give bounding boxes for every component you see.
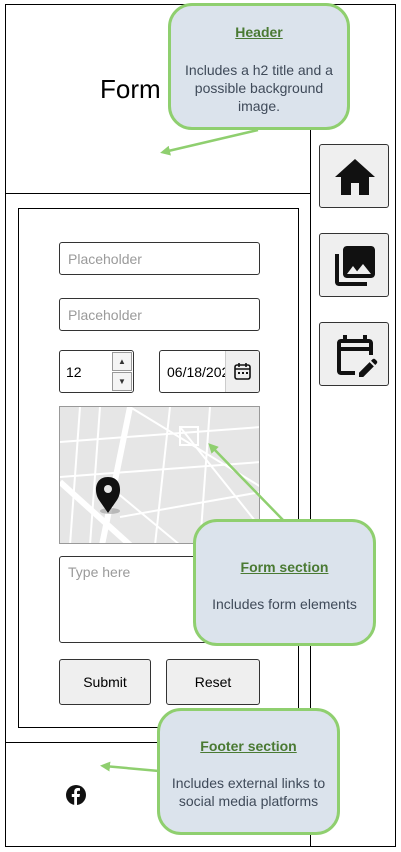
- form-callout-title: Form section: [240, 559, 329, 575]
- footer-callout-desc: Includes external links to social media …: [171, 775, 326, 809]
- header-callout-title: Header: [235, 24, 283, 40]
- header-callout-desc: Includes a h2 title and a possible backg…: [185, 62, 333, 114]
- form-callout: Form section Includes form elements: [193, 519, 376, 646]
- footer-callout-title: Footer section: [200, 738, 297, 754]
- form-callout-desc: Includes form elements: [212, 596, 357, 612]
- header-callout: Header Includes a h2 title and a possibl…: [168, 3, 350, 130]
- footer-callout: Footer section Includes external links t…: [157, 708, 340, 835]
